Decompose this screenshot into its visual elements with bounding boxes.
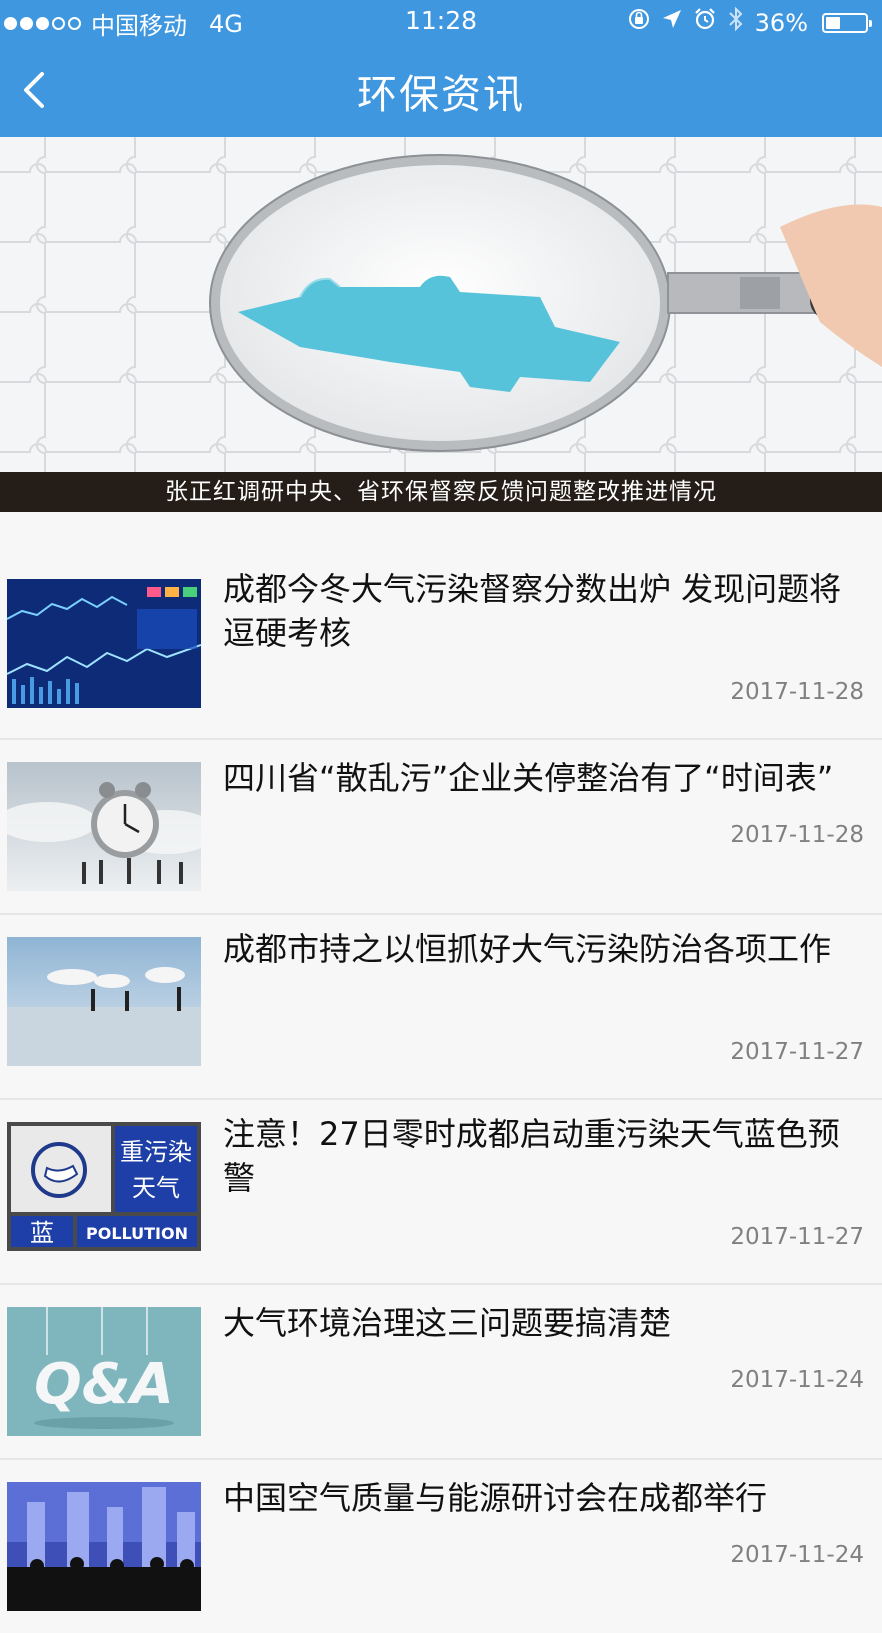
alarm-icon [693,7,717,38]
location-arrow-icon [661,8,683,37]
news-title: 成都市持之以恒抓好大气污染防治各项工作 [223,930,832,968]
news-title: 中国空气质量与能源研讨会在成都举行 [223,1479,768,1517]
news-item[interactable]: Q&A 大气环境治理这三问题要搞清楚 2017-11-24 [0,1285,882,1460]
battery-icon [822,12,872,33]
news-item[interactable]: 成都今冬大气污染督察分数出炉 发现问题将逗硬考核 2017-11-28 [0,555,882,740]
news-thumbnail [7,937,201,1066]
banner-caption: 张正红调研中央、省环保督察反馈问题整改推进情况 [0,472,882,512]
news-title: 注意！27日零时成都启动重污染天气蓝色预警 [223,1115,840,1197]
news-item[interactable]: 重污染 天气 蓝 POLLUTION 注意！27日零时成都启动重污染天气蓝色预警… [0,1100,882,1285]
thumb-text: Q&A [34,1352,174,1417]
thumb-text: POLLUTION [86,1224,188,1243]
news-thumbnail: 重污染 天气 蓝 POLLUTION [7,1122,201,1251]
news-thumbnail [7,1482,201,1611]
banner-image [0,137,882,512]
news-date: 2017-11-27 [730,1039,864,1065]
bluetooth-icon [727,6,745,39]
news-title: 四川省“散乱污”企业关停整治有了“时间表” [223,759,834,797]
news-date: 2017-11-27 [730,1224,864,1250]
thumb-text: 重污染 [120,1138,192,1166]
battery-percent: 36% [754,8,808,37]
news-date: 2017-11-24 [730,1367,864,1393]
news-item[interactable]: 成都市持之以恒抓好大气污染防治各项工作 2017-11-27 [0,915,882,1100]
news-thumbnail [7,762,201,891]
thumb-text: 蓝 [30,1219,54,1247]
banner-carousel[interactable]: 张正红调研中央、省环保督察反馈问题整改推进情况 [0,137,882,512]
news-thumbnail [7,579,201,708]
orientation-lock-icon [627,7,651,38]
news-date: 2017-11-28 [730,679,864,705]
status-right: 36% [627,6,872,39]
news-date: 2017-11-24 [730,1542,864,1568]
news-title: 大气环境治理这三问题要搞清楚 [223,1304,672,1342]
news-item[interactable]: 四川省“散乱污”企业关停整治有了“时间表” 2017-11-28 [0,740,882,915]
status-bar: 中国移动 4G 11:28 36% [0,0,882,44]
news-thumbnail: Q&A [7,1307,201,1436]
news-item[interactable]: 中国空气质量与能源研讨会在成都举行 2017-11-24 [0,1460,882,1633]
top-bar: 中国移动 4G 11:28 36% 环保资讯 [0,0,882,137]
thumb-text: 天气 [132,1174,180,1202]
news-title: 成都今冬大气污染督察分数出炉 发现问题将逗硬考核 [223,570,842,652]
news-date: 2017-11-28 [730,822,864,848]
page-title: 环保资讯 [357,72,525,118]
